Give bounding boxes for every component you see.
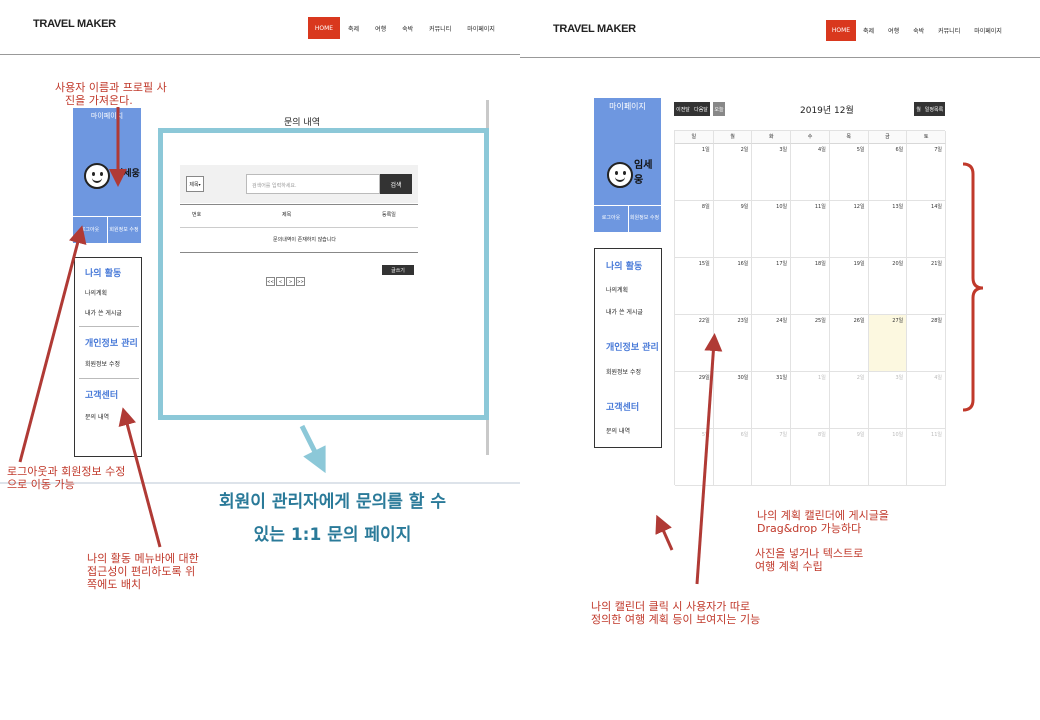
annotation-arrows [18, 107, 723, 585]
arrow-to-caption [299, 424, 326, 474]
arrow-to-calendar [695, 333, 723, 585]
arrow-to-menu [118, 407, 162, 548]
arrow-small [655, 514, 674, 551]
arrow-to-logout [18, 225, 87, 463]
